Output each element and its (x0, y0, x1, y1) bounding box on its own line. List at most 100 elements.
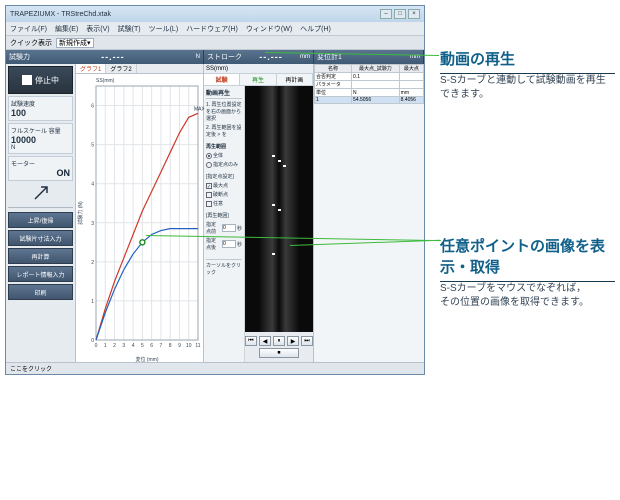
stop-icon (22, 75, 32, 85)
stop-label: 停止中 (35, 75, 59, 86)
maximize-button[interactable]: □ (394, 9, 406, 19)
chk-max-label: 最大点 (213, 182, 228, 189)
toolbar: クイック表示 新規作成 ▾ (6, 36, 424, 50)
hdr-stroke-unit: mm (300, 54, 310, 60)
svg-text:6: 6 (91, 104, 94, 110)
menu-help[interactable]: ヘルプ(H) (300, 24, 331, 34)
play-button[interactable]: ▶ (287, 336, 299, 346)
chk-any[interactable] (206, 201, 212, 207)
minimize-button[interactable]: – (380, 9, 392, 19)
menu-test[interactable]: 試験(T) (118, 24, 141, 34)
main-area: 停止中 試験速度 100 フルスケール 容量 10000 N モーター ON 上… (6, 64, 424, 362)
menu-hardware[interactable]: ハードウェア(H) (186, 24, 238, 34)
video-image[interactable] (245, 86, 313, 332)
menu-file[interactable]: ファイル(F) (10, 24, 47, 34)
rewind-button[interactable]: ⏮ (245, 336, 257, 346)
next-button[interactable]: ⏭ (301, 336, 313, 346)
scale-unit: N (11, 145, 70, 151)
chart-panel: グラフ1 グラフ2 012345601234567891011MAX変位 (mm… (76, 64, 204, 362)
anno-playback: 動画の再生 S-Sカーブと連動して試験動画を再生できます。 (440, 48, 615, 102)
svg-text:2: 2 (91, 260, 94, 266)
after-unit: 秒 (237, 241, 242, 248)
menu-edit[interactable]: 編集(E) (55, 24, 78, 34)
before-label: 指定点前 (206, 221, 221, 235)
video-title: SS(mm) (204, 64, 313, 74)
motor-on: ON (11, 168, 70, 178)
row-judge-1: 0.1 (352, 73, 400, 81)
hdr-stroke-label: ストローク (207, 52, 242, 62)
quick-combo[interactable]: 新規作成 ▾ (56, 38, 94, 48)
svg-text:5: 5 (91, 143, 94, 149)
titlebar: TRAPEZIUMX - TRStreChd.xtak – □ × (6, 6, 424, 22)
report-button[interactable]: レポート情報入力 (8, 266, 73, 282)
after-input[interactable] (222, 240, 236, 248)
row-judge-2 (399, 73, 423, 81)
stop-playback-button[interactable]: ⏹ (259, 348, 299, 358)
row-param-label: パラメータ (315, 81, 352, 89)
tab-graph1[interactable]: グラフ1 (76, 64, 106, 73)
radio-point-label: 指定点のみ (213, 161, 238, 168)
video-panel: SS(mm) 試験 再生 再計画 動画再生 1. 再生位置設定を右の画面から選択… (204, 64, 314, 362)
chk-break[interactable] (206, 192, 212, 198)
chevron-down-icon: ▾ (87, 39, 91, 47)
subtab-test[interactable]: 試験 (204, 74, 240, 85)
row-unit-2: mm (399, 89, 423, 97)
chk-max[interactable] (206, 183, 212, 189)
speed-label: 試験速度 (11, 99, 70, 108)
scale-box: フルスケール 容量 10000 N (8, 123, 73, 154)
svg-text:10: 10 (186, 343, 192, 349)
table-row[interactable]: 1 54.5056 8.4056 (315, 97, 424, 104)
data-panel: 名称 最大点_試験力 最大点 合否判定 0.1 パラメータ 単位 N (314, 64, 424, 362)
cell-force: 54.5056 (352, 97, 400, 104)
row-unit-1: N (352, 89, 400, 97)
after-label: 指定点後 (206, 237, 221, 251)
motor-label: モーター (11, 159, 70, 168)
return-button[interactable]: 上昇/復帰 (8, 212, 73, 228)
pause-button[interactable]: ⏸ (273, 336, 285, 346)
subtab-play[interactable]: 再生 (240, 74, 276, 85)
row-param-2 (399, 81, 423, 89)
arrow-icon (31, 183, 51, 203)
subtab-replan[interactable]: 再計画 (277, 74, 313, 85)
stop-button[interactable]: 停止中 (8, 66, 73, 94)
anno2-body2: その位置の画像を取得できます。 (440, 296, 615, 310)
svg-text:3: 3 (91, 221, 94, 227)
menu-view[interactable]: 表示(V) (86, 24, 109, 34)
cell-idx: 1 (315, 97, 352, 104)
vid-sec3: [再生範囲] (206, 212, 242, 219)
motor-box: モーター ON (8, 156, 73, 181)
svg-text:7: 7 (160, 343, 163, 349)
ss-chart[interactable]: 012345601234567891011MAX変位 (mm)試験力 (N)SS… (76, 74, 203, 362)
window-title: TRAPEZIUMX - TRStreChd.xtak (10, 11, 380, 18)
tab-graph2[interactable]: グラフ2 (106, 64, 136, 73)
prev-button[interactable]: ◀ (259, 336, 271, 346)
radio-point[interactable] (206, 162, 212, 168)
radio-all[interactable] (206, 153, 212, 159)
anno1-title: 動画の再生 (440, 48, 615, 69)
svg-text:SS(mm): SS(mm) (96, 78, 115, 84)
close-button[interactable]: × (408, 9, 420, 19)
hdr-force-unit: N (196, 54, 200, 60)
cursor-hint: カーソルをクリック (206, 259, 242, 276)
left-panel: 停止中 試験速度 100 フルスケール 容量 10000 N モーター ON 上… (6, 64, 76, 362)
cell-disp: 8.4056 (399, 97, 423, 104)
col-maxpt[interactable]: 最大点 (399, 65, 423, 73)
menubar: ファイル(F) 編集(E) 表示(V) 試験(T) ツール(L) ハードウェア(… (6, 22, 424, 36)
footer[interactable]: ここをクリック (6, 362, 424, 374)
svg-text:1: 1 (104, 343, 107, 349)
dimension-button[interactable]: 試験片寸法入力 (8, 230, 73, 246)
col-maxforce[interactable]: 最大点_試験力 (352, 65, 400, 73)
before-input[interactable] (222, 224, 236, 232)
speed-box: 試験速度 100 (8, 96, 73, 121)
col-name[interactable]: 名称 (315, 65, 352, 73)
anno2-title: 任意ポイントの画像を表示・取得 (440, 235, 615, 277)
svg-text:6: 6 (150, 343, 153, 349)
menu-window[interactable]: ウィンドウ(W) (246, 24, 292, 34)
recalc-button[interactable]: 再計算 (8, 248, 73, 264)
menu-tools[interactable]: ツール(L) (149, 24, 179, 34)
anno2-body1: S-Sカーブをマウスでなぞれば， (440, 282, 615, 296)
svg-text:1: 1 (91, 299, 94, 305)
radio-all-label: 全体 (213, 152, 223, 159)
scale-label: フルスケール 容量 (11, 126, 70, 135)
print-button[interactable]: 印刷 (8, 284, 73, 300)
